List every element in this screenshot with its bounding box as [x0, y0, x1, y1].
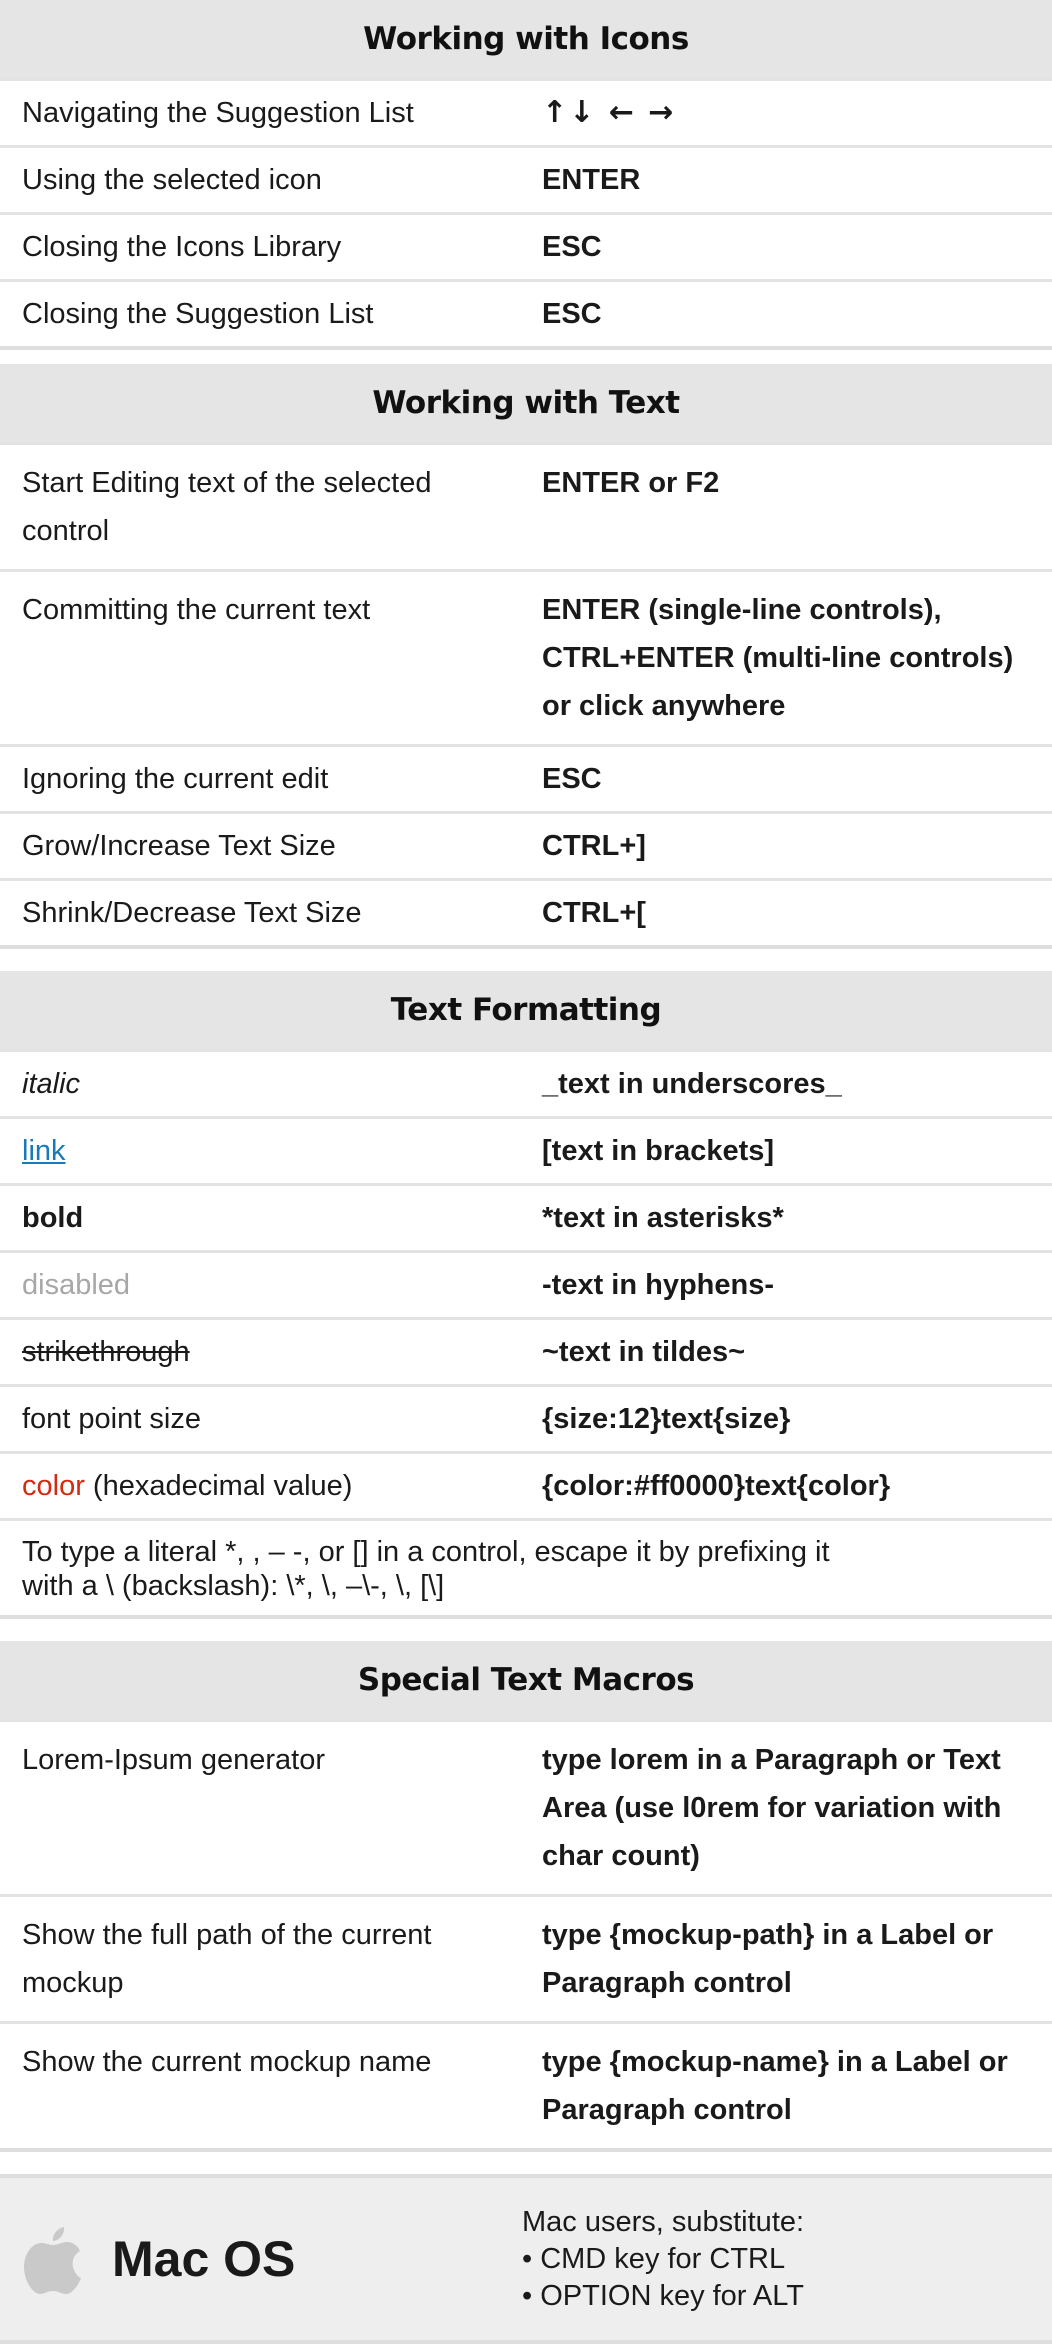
- action-label: Closing the Suggestion List: [22, 298, 374, 330]
- action-label: Show the full path of the current mockup: [22, 1919, 432, 1999]
- table-row: Show the current mockup name type {mocku…: [0, 2021, 1052, 2148]
- apple-icon: [24, 2227, 81, 2294]
- action-label: Navigating the Suggestion List: [22, 97, 414, 129]
- action-label: Lorem-Ipsum generator: [22, 1744, 326, 1776]
- table-row: font point size {size:12}text{size}: [0, 1384, 1052, 1451]
- action-label: Using the selected icon: [22, 164, 322, 196]
- italic-example: italic: [22, 1068, 81, 1100]
- format-syntax: *text in asterisks*: [542, 1202, 784, 1234]
- shortcut-keys: ESC: [542, 298, 602, 330]
- table-row: Closing the Icons Library ESC: [0, 212, 1052, 279]
- shortcut-keys: CTRL+]: [542, 830, 646, 862]
- formatting-section: Text Formatting italic _text in undersco…: [0, 971, 1052, 1619]
- link-example-cell: link: [0, 1119, 520, 1183]
- shortcut-keys: ESC: [542, 231, 602, 263]
- action-label: Ignoring the current edit: [22, 763, 329, 795]
- escape-note: To type a literal *, , – -, or [] in a c…: [0, 1518, 1052, 1615]
- list-item: • OPTION key for ALT: [522, 2279, 804, 2312]
- section-title: Working with Text: [0, 364, 1052, 442]
- format-syntax: {color:#ff0000}text{color}: [542, 1470, 891, 1502]
- macro-syntax: type {mockup-path} in a Label or Paragra…: [542, 1919, 994, 1999]
- table-row: Start Editing text of the selected contr…: [0, 442, 1052, 569]
- action-label: Show the current mockup name: [22, 2046, 432, 2078]
- table-row: Ignoring the current edit ESC: [0, 744, 1052, 811]
- text-section: Working with Text Start Editing text of …: [0, 364, 1052, 949]
- macro-syntax: type {mockup-name} in a Label or Paragra…: [542, 2046, 1008, 2126]
- format-syntax: ~text in tildes~: [542, 1336, 746, 1368]
- mac-os-panel: Mac OS Mac users, substitute: • CMD key …: [0, 2174, 1052, 2344]
- note-line: To type a literal *, , – -, or [] in a c…: [22, 1536, 830, 1568]
- format-syntax: _text in underscores_: [542, 1068, 842, 1100]
- table-row: Closing the Suggestion List ESC: [0, 279, 1052, 346]
- bold-example: bold: [22, 1202, 84, 1234]
- strikethrough-example: strikethrough: [22, 1336, 190, 1368]
- macro-syntax: type lorem in a Paragraph or Text Area (…: [542, 1744, 1002, 1872]
- format-syntax: [text in brackets]: [542, 1135, 775, 1167]
- shortcut-keys: ENTER or F2: [542, 467, 720, 499]
- section-title: Working with Icons: [0, 0, 1052, 78]
- format-syntax: {size:12}text{size}: [542, 1403, 791, 1435]
- shortcut-keys: ENTER: [542, 164, 641, 196]
- format-syntax: -text in hyphens-: [542, 1269, 775, 1301]
- disabled-example: disabled: [22, 1269, 131, 1301]
- table-row: Committing the current text ENTER (singl…: [0, 569, 1052, 744]
- table-row: Lorem-Ipsum generator type lorem in a Pa…: [0, 1719, 1052, 1894]
- table-row: Show the full path of the current mockup…: [0, 1894, 1052, 2021]
- action-label: Committing the current text: [22, 594, 371, 626]
- arrow-keys-icon: ↑↓ ← →: [542, 95, 676, 130]
- shortcut-keys: ESC: [542, 763, 602, 795]
- action-label: Shrink/Decrease Text Size: [22, 897, 362, 929]
- note-line: with a \ (backslash): \*, \, –\-, \, [\]: [22, 1570, 445, 1602]
- size-example: font point size: [22, 1403, 201, 1435]
- action-label: Start Editing text of the selected contr…: [22, 467, 432, 547]
- section-title: Special Text Macros: [0, 1641, 1052, 1719]
- table-row: bold *text in asterisks*: [0, 1183, 1052, 1250]
- color-word: color: [22, 1470, 85, 1502]
- table-row: color (hexadecimal value) {color:#ff0000…: [0, 1451, 1052, 1518]
- table-row: Shrink/Decrease Text Size CTRL+[: [0, 878, 1052, 945]
- action-label: Grow/Increase Text Size: [22, 830, 336, 862]
- table-row: link [text in brackets]: [0, 1116, 1052, 1183]
- table-row: Using the selected icon ENTER: [0, 145, 1052, 212]
- mac-substitutions: Mac users, substitute: • CMD key for CTR…: [522, 2204, 804, 2315]
- color-example: color (hexadecimal value): [0, 1454, 520, 1518]
- shortcut-keys: CTRL+[: [542, 897, 646, 929]
- section-title: Text Formatting: [0, 971, 1052, 1049]
- color-description: (hexadecimal value): [84, 1470, 353, 1502]
- mac-intro: Mac users, substitute:: [522, 2205, 805, 2238]
- action-label: Closing the Icons Library: [22, 231, 342, 263]
- shortcut-keys: ENTER (single-line controls), CTRL+ENTER…: [542, 594, 1014, 722]
- mac-os-title: Mac OS: [112, 2231, 296, 2287]
- table-row: Navigating the Suggestion List ↑↓ ← →: [0, 78, 1052, 145]
- table-row: Grow/Increase Text Size CTRL+]: [0, 811, 1052, 878]
- table-row: disabled -text in hyphens-: [0, 1250, 1052, 1317]
- macros-section: Special Text Macros Lorem-Ipsum generato…: [0, 1641, 1052, 2152]
- icons-section: Working with Icons Navigating the Sugges…: [0, 0, 1052, 350]
- table-row: italic _text in underscores_: [0, 1049, 1052, 1116]
- link-example[interactable]: link: [22, 1135, 66, 1167]
- table-row: strikethrough ~text in tildes~: [0, 1317, 1052, 1384]
- list-item: • CMD key for CTRL: [522, 2242, 786, 2275]
